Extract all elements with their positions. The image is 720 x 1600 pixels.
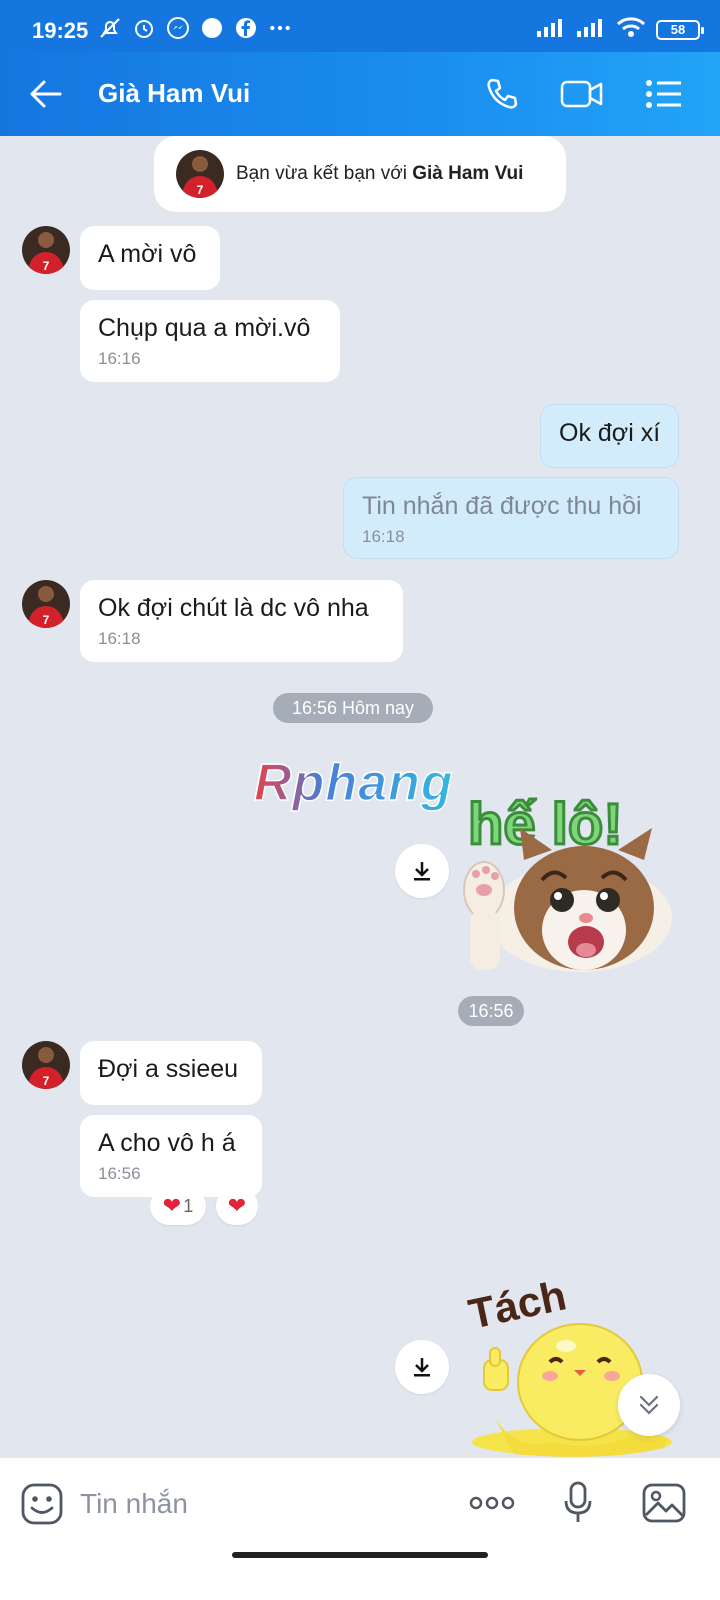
chat-options-button[interactable] [642, 72, 686, 116]
svg-text:Rphang: Rphang [254, 754, 454, 812]
message-text: Chụp qua a mời.vô [98, 314, 311, 342]
phone-icon [487, 78, 518, 109]
message-text: Tin nhắn đã được thu hồi [362, 492, 642, 520]
svg-text:7: 7 [43, 613, 50, 627]
download-sticker-button[interactable] [395, 1340, 449, 1394]
avatar[interactable]: 7 [22, 226, 70, 274]
message-bubble-received[interactable]: Chụp qua a mời.vô 16:16 [80, 300, 340, 382]
message-time: 16:56 [98, 1164, 141, 1183]
mute-icon [98, 16, 122, 40]
wifi-icon [616, 16, 646, 43]
image-icon [642, 1483, 686, 1523]
voice-call-button[interactable] [480, 72, 524, 116]
recalled-message-bubble[interactable]: Tin nhắn đã được thu hồi 16:18 [343, 477, 679, 559]
message-bubble-received[interactable]: Ok đợi chút là dc vô nha 16:18 [80, 580, 403, 662]
message-time: 16:18 [98, 629, 141, 648]
voice-message-button[interactable] [554, 1478, 602, 1528]
more-notifications-icon [268, 16, 292, 40]
message-text: A cho vô h á [98, 1129, 236, 1157]
sticker-cat-hello[interactable]: hế lô! [462, 770, 678, 980]
scroll-to-bottom-button[interactable] [618, 1374, 680, 1436]
react-button[interactable]: ❤ [216, 1187, 258, 1225]
message-bubble-received[interactable]: A mời vô [80, 226, 220, 290]
message-bubble-sent[interactable]: Ok đợi xí [540, 404, 679, 468]
reaction-summary[interactable]: ❤ 1 [150, 1187, 206, 1225]
contact-name[interactable]: Già Ham Vui [98, 78, 250, 109]
messenger-icon [166, 16, 190, 40]
message-text: Đợi a ssieeu [98, 1055, 239, 1083]
image-picker-button[interactable] [640, 1478, 688, 1528]
friend-added-notice: 7 Bạn vừa kết bạn với Già Ham Vui [154, 136, 566, 212]
reaction-count: 1 [183, 1195, 194, 1216]
message-text: A mời vô [98, 240, 197, 268]
download-icon [414, 862, 430, 881]
heart-icon: ❤ [227, 1193, 247, 1218]
status-bar: 19:25 58 [0, 0, 720, 52]
download-icon [414, 1358, 430, 1377]
message-text: Ok đợi xí [559, 419, 661, 447]
back-button[interactable] [26, 74, 66, 114]
more-options-button[interactable] [468, 1478, 516, 1528]
heart-icon: ❤ [162, 1193, 182, 1218]
microphone-icon [564, 1481, 592, 1522]
chat-header: Già Ham Vui [0, 52, 720, 136]
avatar[interactable]: 7 [22, 1041, 70, 1089]
svg-text:7: 7 [43, 259, 50, 273]
arrow-left-icon [30, 80, 62, 108]
message-bubble-received[interactable]: A cho vô h á 16:56 [80, 1115, 262, 1197]
status-time: 19:25 [32, 18, 89, 43]
alarm-icon [132, 16, 156, 40]
signal-icon [536, 17, 566, 42]
list-menu-icon [646, 80, 681, 108]
date-separator: 16:56 Hôm nay [273, 693, 433, 723]
message-input-bar: Tin nhắn [0, 1458, 720, 1600]
message-time: 16:18 [362, 527, 405, 546]
message-time: 16:16 [98, 349, 141, 368]
smiley-icon [21, 1483, 63, 1525]
message-input[interactable]: Tin nhắn [80, 1482, 188, 1526]
notice-name: Già Ham Vui [412, 163, 524, 184]
message-text: Ok đợi chút là dc vô nha [98, 594, 369, 622]
message-bubble-received[interactable]: Đợi a ssieeu [80, 1041, 262, 1105]
facebook-icon [234, 16, 258, 40]
home-indicator[interactable] [232, 1552, 488, 1558]
notice-prefix: Bạn vừa kết bạn với [236, 163, 413, 184]
battery-icon: 58 [656, 19, 704, 40]
avatar[interactable]: 7 [176, 150, 224, 198]
dot-icon [200, 16, 224, 40]
svg-text:7: 7 [43, 1074, 50, 1088]
download-sticker-button[interactable] [395, 844, 449, 898]
avatar[interactable]: 7 [22, 580, 70, 628]
video-call-button[interactable] [560, 72, 604, 116]
svg-text:7: 7 [197, 183, 204, 197]
time-separator: 16:56 [458, 996, 524, 1026]
emoji-button[interactable] [20, 1482, 64, 1526]
signal-icon-2 [576, 17, 606, 42]
more-dots-icon [469, 1496, 515, 1510]
status-notification-icons [98, 16, 292, 40]
video-camera-icon [560, 80, 603, 108]
watermark-logo: Rphang [250, 752, 465, 827]
svg-text:Tách: Tách [465, 1271, 571, 1337]
double-chevron-down-icon [639, 1395, 659, 1415]
status-system-icons: 58 [536, 16, 704, 43]
